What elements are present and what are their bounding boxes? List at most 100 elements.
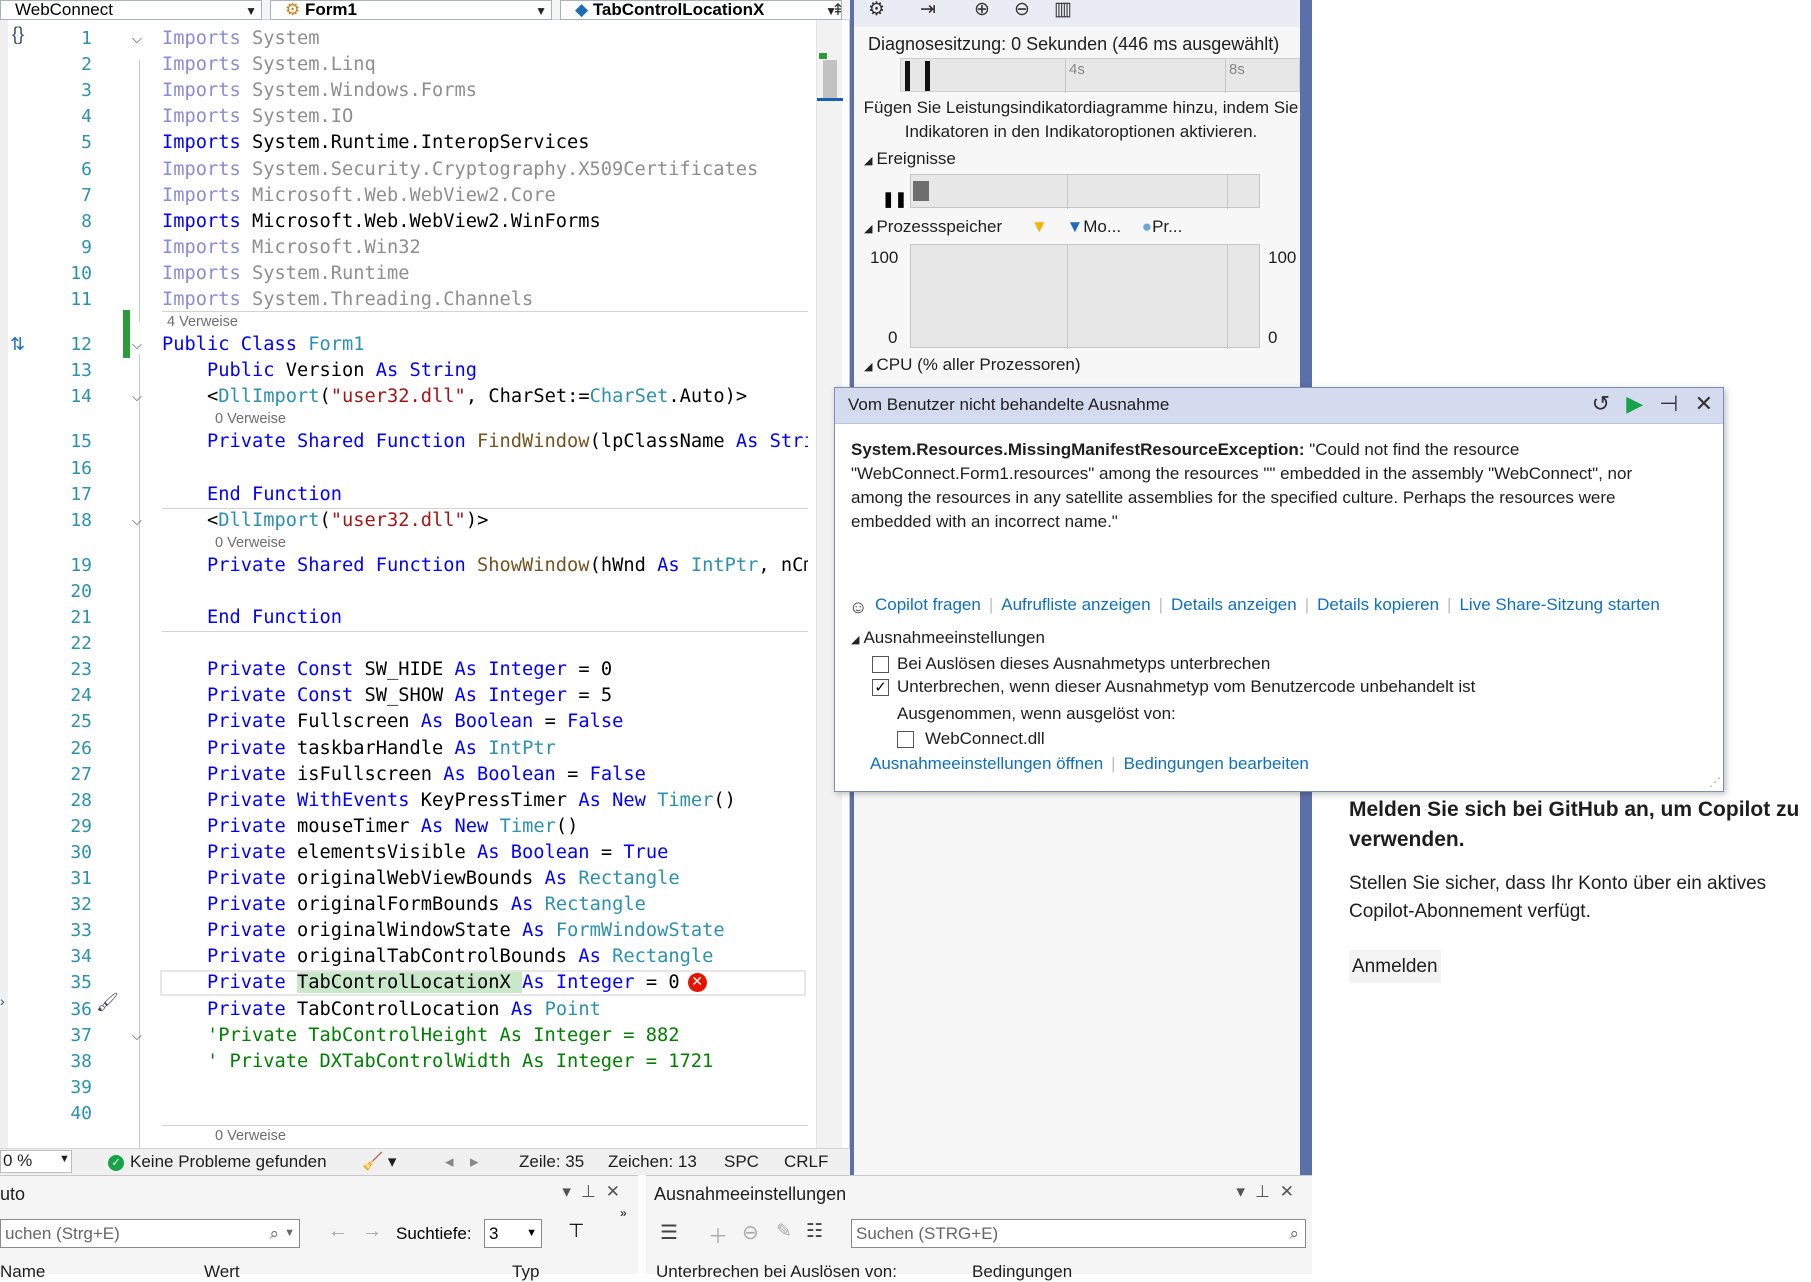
- remove-icon[interactable]: ⊖: [742, 1220, 759, 1245]
- code-line[interactable]: Imports Microsoft.Win32: [162, 235, 808, 261]
- copy-details-link[interactable]: Details kopieren: [1317, 595, 1439, 614]
- gear-icon[interactable]: ⚙: [868, 0, 885, 21]
- code-line[interactable]: Private taskbarHandle As IntPtr: [162, 736, 808, 762]
- break-when-thrown-checkbox[interactable]: [872, 656, 889, 673]
- code-line[interactable]: Private originalFormBounds As Rectangle: [162, 892, 808, 918]
- pin-column-icon[interactable]: ⊤: [568, 1220, 585, 1243]
- column-indicator[interactable]: Zeichen: 13: [608, 1152, 697, 1172]
- code-line[interactable]: 'Private TabControlHeight As Integer = 8…: [162, 1023, 808, 1049]
- scrollbar-thumb[interactable]: [823, 60, 837, 100]
- chart-icon[interactable]: ▥: [1054, 0, 1072, 21]
- close-icon[interactable]: ✕: [1280, 1182, 1304, 1201]
- code-lines[interactable]: {} ⇅ › 🖌 1 ⌵ Imports System 2 Imports System…: [0, 20, 850, 1169]
- code-line[interactable]: Imports System.IO: [162, 104, 808, 130]
- filter-icon[interactable]: ☰: [660, 1220, 678, 1245]
- code-line[interactable]: Private TabControlLocationX As Integer =…: [162, 970, 808, 996]
- search-depth-select[interactable]: 3 ▼: [484, 1219, 542, 1248]
- pause-icon[interactable]: ❚❚: [882, 190, 907, 208]
- overflow-icon[interactable]: »: [620, 1206, 627, 1220]
- dropdown-icon[interactable]: ▾: [562, 1182, 581, 1201]
- panel-window-controls[interactable]: ▾⊥✕: [562, 1182, 630, 1202]
- code-line[interactable]: Imports Microsoft.Web.WebView2.WinForms: [162, 209, 808, 235]
- fold-toggle-icon[interactable]: ⌵: [132, 26, 142, 52]
- code-line[interactable]: End Function: [162, 605, 808, 631]
- dropdown-icon[interactable]: ▾: [1236, 1182, 1255, 1201]
- pin-icon[interactable]: ⊥: [1255, 1182, 1280, 1201]
- exception-search-input[interactable]: Suchen (STRG+E) ⌕: [851, 1219, 1306, 1248]
- error-icon[interactable]: ✕: [687, 973, 707, 993]
- timeline-ruler[interactable]: 4s 8s: [900, 58, 1300, 93]
- cleanup-icon[interactable]: 🧹 ▾: [362, 1152, 396, 1172]
- call-stack-link[interactable]: Aufrufliste anzeigen: [1001, 595, 1150, 614]
- fold-toggle-icon[interactable]: ⌵: [132, 508, 142, 534]
- code-line[interactable]: Private isFullscreen As Boolean = False: [162, 762, 808, 788]
- events-section-header[interactable]: ◢ Ereignisse: [864, 149, 956, 169]
- signin-button[interactable]: Anmelden: [1349, 950, 1441, 983]
- whitespace-indicator[interactable]: SPC: [724, 1152, 759, 1172]
- code-line[interactable]: Imports System.Threading.Channels: [162, 287, 808, 313]
- code-line[interactable]: Private Const SW_SHOW As Integer = 5: [162, 683, 808, 709]
- column-header-conditions[interactable]: Bedingungen: [972, 1262, 1072, 1282]
- code-line[interactable]: Imports System.Linq: [162, 52, 808, 78]
- panel-window-controls[interactable]: ▾⊥✕: [1236, 1182, 1304, 1202]
- code-line[interactable]: Private Fullscreen As Boolean = False: [162, 709, 808, 735]
- code-line[interactable]: Private TabControlLocation As Point: [162, 997, 808, 1023]
- issues-indicator[interactable]: ✓ Keine Probleme gefunden: [108, 1152, 327, 1172]
- column-header-type[interactable]: Typ: [512, 1262, 539, 1282]
- column-header-break[interactable]: Unterbrechen bei Auslösen von:: [656, 1262, 897, 1282]
- history-icon[interactable]: ↺: [1592, 391, 1610, 416]
- navigate-base-icon[interactable]: ⇅: [10, 334, 25, 355]
- split-editor-icon[interactable]: ⇞: [828, 0, 848, 20]
- code-line[interactable]: Imports System.Runtime: [162, 261, 808, 287]
- edit-icon[interactable]: ✎: [776, 1220, 792, 1243]
- code-line[interactable]: Private WithEvents KeyPressTimer As New …: [162, 788, 808, 814]
- codelens-references[interactable]: 0 Verweise: [215, 534, 286, 552]
- zoom-out-icon[interactable]: ⊖: [1014, 0, 1030, 21]
- events-track[interactable]: [910, 174, 1260, 209]
- codelens-references[interactable]: 0 Verweise: [215, 410, 286, 428]
- live-share-link[interactable]: Live Share-Sitzung starten: [1459, 595, 1659, 614]
- code-editor[interactable]: WebConnect ▼ ⚙ Form1 ▼ ◆ TabControlLocat…: [0, 0, 850, 1175]
- forward-arrow-icon[interactable]: →: [362, 1220, 382, 1243]
- next-issue-icon[interactable]: ▸: [470, 1152, 479, 1172]
- pin-icon[interactable]: ⊥: [581, 1182, 606, 1201]
- chevron-down-icon[interactable]: ▼: [284, 1220, 295, 1247]
- memory-section-header[interactable]: ◢ Prozessspeicher ▼ ▼Mo... ●Pr...: [864, 217, 1182, 237]
- code-line[interactable]: Private originalTabControlBounds As Rect…: [162, 944, 808, 970]
- back-arrow-icon[interactable]: ←: [328, 1220, 348, 1243]
- cpu-section-header[interactable]: ◢ CPU (% aller Prozessoren): [864, 355, 1081, 375]
- resize-grip-icon[interactable]: ⋰: [1709, 775, 1721, 789]
- code-line[interactable]: Imports System: [162, 26, 808, 52]
- code-line[interactable]: Private Shared Function FindWindow(lpCla…: [162, 429, 808, 455]
- close-icon[interactable]: ✕: [606, 1182, 630, 1201]
- code-line[interactable]: Imports System.Runtime.InteropServices: [162, 130, 808, 156]
- line-indicator[interactable]: Zeile: 35: [519, 1152, 584, 1172]
- code-line[interactable]: Private Shared Function ShowWindow(hWnd …: [162, 553, 808, 579]
- code-line[interactable]: <DllImport("user32.dll", CharSet:=CharSe…: [162, 384, 808, 410]
- code-line[interactable]: Public Version As String: [162, 358, 808, 384]
- pin-window-icon[interactable]: ⊣: [1659, 391, 1678, 416]
- column-header-value[interactable]: Wert: [204, 1262, 240, 1282]
- code-line[interactable]: Private originalWebViewBounds As Rectang…: [162, 866, 808, 892]
- exception-settings-header[interactable]: ◢ Ausnahmeeinstellungen: [851, 628, 1045, 648]
- autos-search-input[interactable]: uchen (Strg+E) ⌕ ▼: [0, 1219, 300, 1248]
- view-details-link[interactable]: Details anzeigen: [1171, 595, 1297, 614]
- edit-conditions-link[interactable]: Bedingungen bearbeiten: [1124, 754, 1309, 773]
- code-line[interactable]: Imports System.Windows.Forms: [162, 78, 808, 104]
- codelens-references[interactable]: 0 Verweise: [215, 1127, 286, 1145]
- prev-issue-icon[interactable]: ◂: [445, 1152, 454, 1172]
- code-line[interactable]: Imports Microsoft.Web.WebView2.Core: [162, 183, 808, 209]
- quick-actions-icon[interactable]: 🖌: [96, 992, 119, 1013]
- codelens-references[interactable]: 4 Verweise: [167, 313, 238, 331]
- fold-toggle-icon[interactable]: ⌵: [132, 384, 142, 410]
- line-ending-indicator[interactable]: CRLF: [784, 1152, 828, 1172]
- code-line[interactable]: Public Class Form1: [162, 332, 808, 358]
- class-dropdown[interactable]: ⚙ Form1 ▼: [270, 0, 552, 20]
- memory-graph[interactable]: [910, 244, 1260, 349]
- column-header-name[interactable]: Name: [0, 1262, 45, 1282]
- export-icon[interactable]: ⇥: [920, 0, 936, 21]
- continue-icon[interactable]: ▶: [1626, 391, 1643, 416]
- zoom-in-icon[interactable]: ⊕: [974, 0, 990, 21]
- fold-toggle-icon[interactable]: ⌵: [132, 1023, 142, 1049]
- code-line[interactable]: Private elementsVisible As Boolean = Tru…: [162, 840, 808, 866]
